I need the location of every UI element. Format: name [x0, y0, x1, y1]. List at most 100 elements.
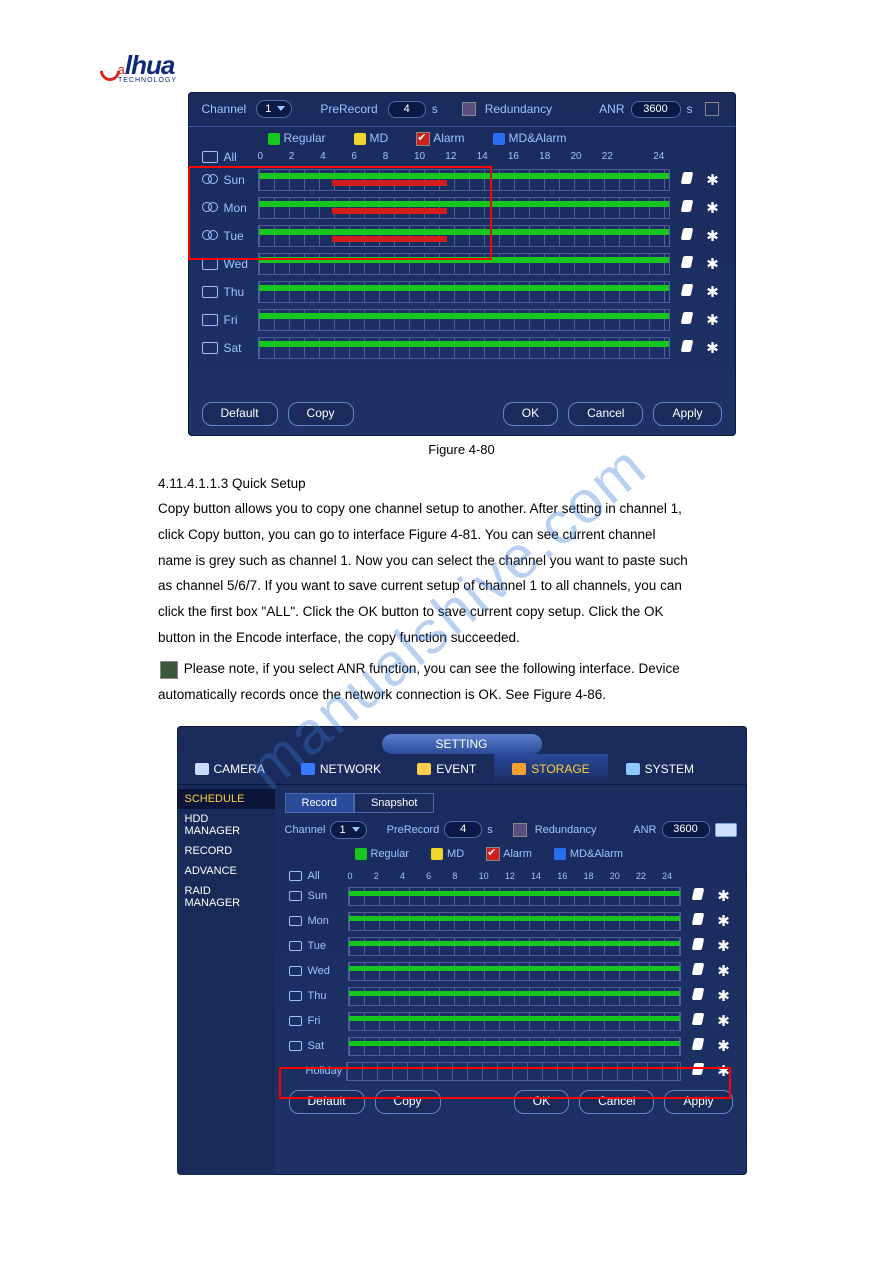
- timeline-sun[interactable]: [258, 169, 670, 191]
- channel-dropdown[interactable]: 1: [256, 100, 292, 118]
- settings-button[interactable]: ✱: [704, 227, 722, 245]
- timeline-thu[interactable]: [348, 987, 681, 1006]
- link-icon[interactable]: [289, 991, 302, 1001]
- link-all-icon[interactable]: [202, 151, 218, 163]
- timeline-holiday[interactable]: [346, 1062, 681, 1081]
- eraser-button[interactable]: [678, 283, 696, 301]
- settings-button[interactable]: ✱: [715, 987, 733, 1005]
- settings-button[interactable]: ✱: [715, 1012, 733, 1030]
- eraser-button[interactable]: [689, 1062, 707, 1080]
- tab-system[interactable]: SYSTEM: [608, 754, 712, 784]
- cancel-button[interactable]: Cancel: [579, 1090, 654, 1114]
- eraser-button[interactable]: [689, 962, 707, 980]
- timeline-fri[interactable]: [258, 309, 670, 331]
- link-icon[interactable]: [289, 891, 302, 901]
- tab-network[interactable]: NETWORK: [283, 754, 399, 784]
- subtab-snapshot[interactable]: Snapshot: [354, 793, 434, 813]
- settings-button[interactable]: ✱: [715, 912, 733, 930]
- timeline-tue[interactable]: [348, 937, 681, 956]
- timeline-thu[interactable]: [258, 281, 670, 303]
- settings-button[interactable]: ✱: [715, 1037, 733, 1055]
- event-icon: [417, 763, 431, 775]
- eraser-button[interactable]: [678, 227, 696, 245]
- eraser-button[interactable]: [678, 255, 696, 273]
- cancel-button[interactable]: Cancel: [568, 402, 643, 426]
- timeline-sat[interactable]: [348, 1037, 681, 1056]
- nav-raid-manager[interactable]: RAID MANAGER: [177, 881, 275, 913]
- eraser-button[interactable]: [678, 311, 696, 329]
- settings-button[interactable]: ✱: [704, 283, 722, 301]
- settings-button[interactable]: ✱: [704, 311, 722, 329]
- prerecord-unit: s: [432, 102, 438, 116]
- copy-button[interactable]: Copy: [288, 402, 354, 426]
- link-wed-icon[interactable]: [202, 258, 218, 270]
- nav-advance[interactable]: ADVANCE: [177, 861, 275, 881]
- link-sun-icon[interactable]: [202, 174, 218, 186]
- link-icon[interactable]: [289, 1016, 302, 1026]
- settings-button[interactable]: ✱: [715, 937, 733, 955]
- settings-button[interactable]: ✱: [715, 887, 733, 905]
- eraser-button[interactable]: [689, 1037, 707, 1055]
- timeline-tue[interactable]: [258, 225, 670, 247]
- timeline-sat[interactable]: [258, 337, 670, 359]
- redundancy-checkbox[interactable]: [513, 823, 527, 837]
- settings-button[interactable]: ✱: [715, 1062, 733, 1080]
- alarm-checkbox-icon[interactable]: [416, 132, 430, 146]
- eraser-button[interactable]: [678, 171, 696, 189]
- settings-button[interactable]: ✱: [704, 171, 722, 189]
- settings-button[interactable]: ✱: [715, 962, 733, 980]
- day-label: Mon: [224, 201, 258, 215]
- link-tue-icon[interactable]: [202, 230, 218, 242]
- eraser-button[interactable]: [678, 339, 696, 357]
- anr-checkbox[interactable]: [705, 102, 719, 116]
- tab-storage[interactable]: STORAGE: [494, 754, 607, 784]
- timeline-wed[interactable]: [348, 962, 681, 981]
- nav-schedule[interactable]: SCHEDULE: [177, 789, 275, 809]
- timeline-wed[interactable]: [258, 253, 670, 275]
- anr-input[interactable]: 3600: [631, 101, 681, 118]
- timeline-mon[interactable]: [348, 912, 681, 931]
- ok-button[interactable]: OK: [514, 1090, 569, 1114]
- alarm-checkbox-icon[interactable]: [486, 847, 500, 861]
- timeline-fri[interactable]: [348, 1012, 681, 1031]
- default-button[interactable]: Default: [202, 402, 278, 426]
- screenshot-settings: SETTING CAMERA NETWORK EVENT STORAGE SYS…: [177, 726, 747, 1175]
- eraser-button[interactable]: [689, 1012, 707, 1030]
- settings-button[interactable]: ✱: [704, 199, 722, 217]
- prerecord-input[interactable]: 4: [444, 821, 482, 838]
- settings-button[interactable]: ✱: [704, 339, 722, 357]
- anr-input[interactable]: 3600: [662, 821, 710, 838]
- redundancy-checkbox[interactable]: [462, 102, 476, 116]
- timeline-mon[interactable]: [258, 197, 670, 219]
- eraser-button[interactable]: [678, 199, 696, 217]
- apply-button[interactable]: Apply: [664, 1090, 732, 1114]
- channel-dropdown[interactable]: 1: [330, 821, 366, 839]
- ok-button[interactable]: OK: [503, 402, 558, 426]
- link-thu-icon[interactable]: [202, 286, 218, 298]
- eraser-button[interactable]: [689, 987, 707, 1005]
- tab-camera[interactable]: CAMERA: [177, 754, 283, 784]
- eraser-button[interactable]: [689, 912, 707, 930]
- apply-button[interactable]: Apply: [653, 402, 721, 426]
- link-mon-icon[interactable]: [202, 202, 218, 214]
- nav-hdd-manager[interactable]: HDD MANAGER: [177, 809, 275, 841]
- link-icon[interactable]: [289, 966, 302, 976]
- timeline-sun[interactable]: [348, 887, 681, 906]
- link-all-icon[interactable]: [289, 871, 302, 881]
- copy-button[interactable]: Copy: [375, 1090, 441, 1114]
- eraser-button[interactable]: [689, 887, 707, 905]
- link-sat-icon[interactable]: [202, 342, 218, 354]
- tab-event[interactable]: EVENT: [399, 754, 494, 784]
- default-button[interactable]: Default: [289, 1090, 365, 1114]
- link-icon[interactable]: [289, 916, 302, 926]
- subtab-record[interactable]: Record: [285, 793, 354, 813]
- prerecord-input[interactable]: 4: [388, 101, 426, 118]
- link-icon[interactable]: [289, 1041, 302, 1051]
- link-icon[interactable]: [289, 941, 302, 951]
- keypad-icon[interactable]: [715, 823, 737, 837]
- nav-record[interactable]: RECORD: [177, 841, 275, 861]
- settings-button[interactable]: ✱: [704, 255, 722, 273]
- link-fri-icon[interactable]: [202, 314, 218, 326]
- storage-icon: [512, 763, 526, 775]
- eraser-button[interactable]: [689, 937, 707, 955]
